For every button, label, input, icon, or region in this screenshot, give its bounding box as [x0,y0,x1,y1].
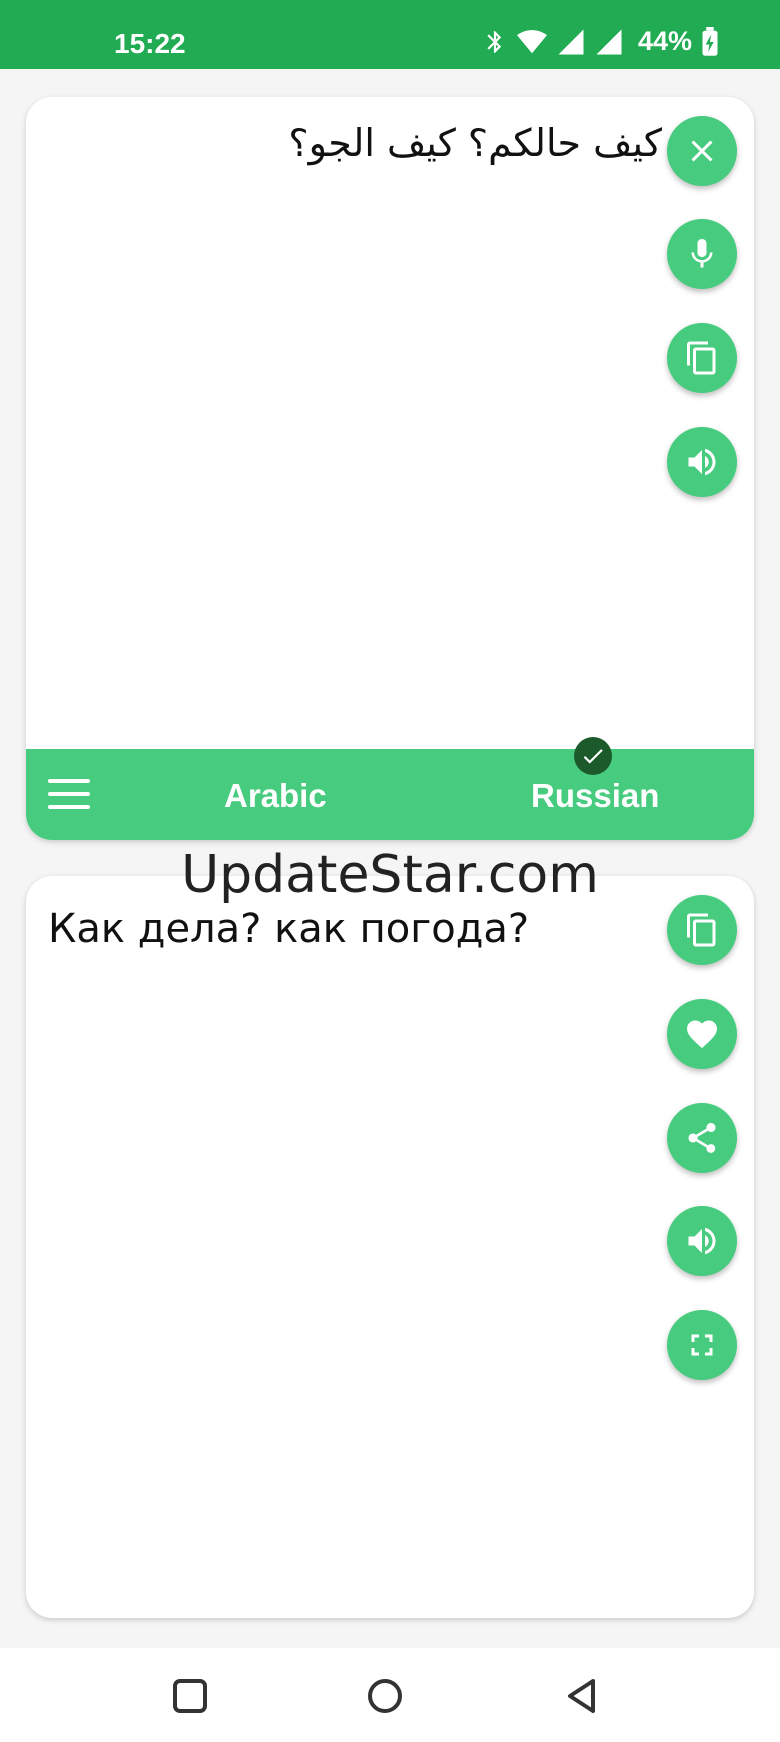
home-icon[interactable] [365,1676,405,1716]
signal-icon-2 [596,29,622,54]
menu-icon[interactable] [48,779,90,809]
recent-apps-icon[interactable] [170,1676,210,1716]
fullscreen-button[interactable] [667,1310,737,1380]
close-icon [691,140,713,162]
copy-source-button[interactable] [667,323,737,393]
share-button[interactable] [667,1103,737,1173]
microphone-button[interactable] [667,219,737,289]
watermark: UpdateStar.com [181,845,599,905]
status-bar: 15:22 44% [0,0,780,69]
microphone-icon [691,239,713,268]
bluetooth-icon [487,30,502,53]
translation-text: Как дела? как погода? [48,906,530,952]
clear-button[interactable] [667,116,737,186]
language-bar: Arabic Russian [26,749,754,840]
fullscreen-icon [691,1334,713,1356]
target-card: Как дела? как погода? [26,876,754,1618]
speaker-icon [688,448,716,476]
target-language-selector[interactable]: Russian [531,777,659,815]
source-card: كيف حالكم؟ كيف الجو؟ Arabic Russian [26,97,754,840]
status-icons: 44% [482,26,720,57]
source-text-input[interactable]: كيف حالكم؟ كيف الجو؟ [288,121,662,165]
signal-icon [558,29,584,54]
copy-translation-button[interactable] [667,895,737,965]
favorite-button[interactable] [667,999,737,1069]
heart-icon [687,1020,717,1049]
speak-translation-button[interactable] [667,1206,737,1276]
selected-check-icon [574,737,612,775]
speak-source-button[interactable] [667,427,737,497]
share-icon [688,1123,716,1153]
copy-icon [687,341,716,375]
battery-percentage: 44% [637,26,692,56]
speaker-icon [688,1227,716,1255]
battery-charging-icon [702,26,718,56]
source-language-selector[interactable]: Arabic [224,777,327,815]
navigation-bar [0,1648,780,1742]
wifi-icon [516,29,547,53]
back-icon[interactable] [562,1676,602,1716]
copy-icon [687,913,716,947]
status-time: 15:22 [114,28,186,59]
